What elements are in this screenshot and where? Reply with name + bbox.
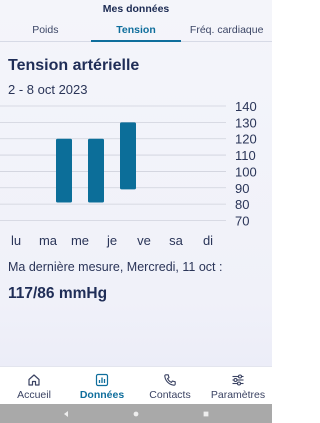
home-icon <box>28 374 40 386</box>
nav-accueil[interactable]: Accueil <box>0 367 68 404</box>
x-tick-label: ma <box>39 233 58 248</box>
bp-range-bar-me[interactable] <box>88 138 104 203</box>
y-tick-label: 100 <box>235 164 257 179</box>
app-screen: Mes données Poids Tension Fréq. cardiaqu… <box>0 0 273 423</box>
tab-poids[interactable]: Poids <box>0 20 91 42</box>
nav-parametres[interactable]: Paramètres <box>204 367 272 404</box>
nav-label: Données <box>79 389 125 401</box>
bp-range-bar-je[interactable] <box>120 122 136 190</box>
system-nav-bar <box>0 404 272 423</box>
y-tick-label: 80 <box>235 197 249 212</box>
bottom-nav: Accueil Données Contacts Paramètres <box>0 366 272 404</box>
tab-freq-cardiaque[interactable]: Fréq. cardiaque <box>181 20 273 42</box>
sliders-icon <box>232 374 244 386</box>
x-tick-label: je <box>106 233 117 248</box>
tab-tension[interactable]: Tension <box>90 20 182 42</box>
bp-range-bar-ma[interactable] <box>56 138 72 203</box>
x-tick-label: me <box>71 233 89 248</box>
y-tick-label: 110 <box>235 148 256 163</box>
app-title: Mes données <box>102 3 170 15</box>
y-tick-label: 90 <box>235 181 249 196</box>
section-title: Tension artérielle <box>8 57 140 74</box>
last-measure-label: Ma dernière mesure, Mercredi, 11 oct : <box>8 260 223 274</box>
nav-label: Contacts <box>149 389 191 401</box>
y-tick-label: 130 <box>235 115 257 130</box>
tab-bar: Poids Tension Fréq. cardiaque <box>0 20 273 42</box>
home-button-icon[interactable] <box>132 410 140 418</box>
x-tick-label: di <box>203 233 213 248</box>
x-tick-label: ve <box>137 233 151 248</box>
x-tick-label: sa <box>169 233 184 248</box>
last-measure-value: 117/86 mmHg <box>8 285 108 302</box>
nav-donnees[interactable]: Données <box>68 367 136 404</box>
nav-label: Accueil <box>17 389 51 401</box>
phone-icon <box>164 374 176 386</box>
nav-contacts[interactable]: Contacts <box>136 367 204 404</box>
y-tick-label: 70 <box>235 214 249 229</box>
y-tick-label: 120 <box>235 132 257 147</box>
blood-pressure-chart: 70 8090 100110120 130140 lu ma me je ve sa di <box>0 99 257 248</box>
chart-icon <box>95 373 109 387</box>
x-tick-label: lu <box>11 233 21 248</box>
y-tick-label: 140 <box>235 99 257 114</box>
nav-label: Paramètres <box>210 389 266 401</box>
back-icon[interactable] <box>62 410 70 418</box>
recents-icon[interactable] <box>202 410 210 418</box>
